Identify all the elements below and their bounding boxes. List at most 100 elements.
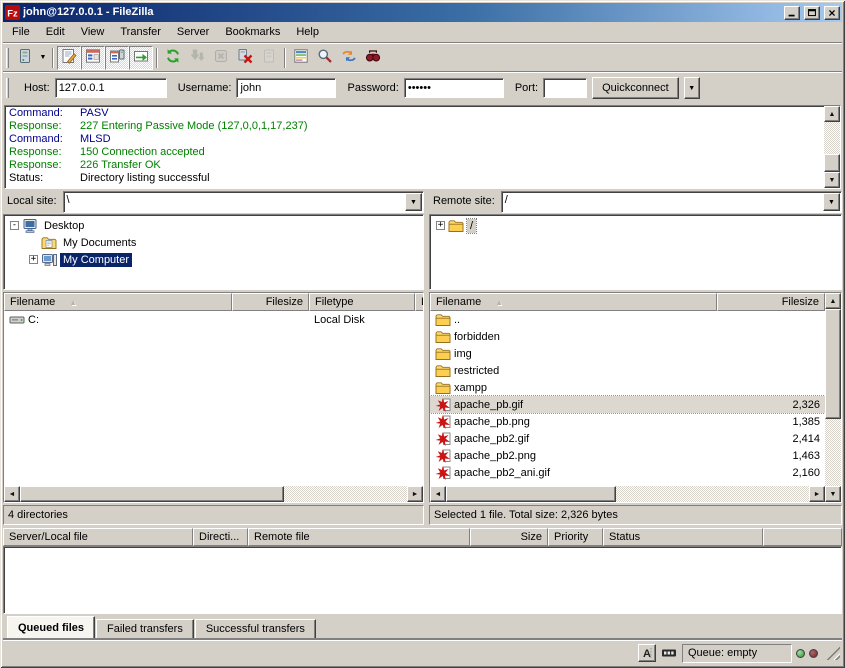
scroll-right-icon[interactable]: ► — [407, 486, 423, 502]
collapse-icon[interactable]: - — [10, 221, 19, 230]
scrollbar-thumb[interactable] — [825, 309, 841, 419]
scroll-down-icon[interactable]: ▼ — [824, 172, 840, 188]
file-row[interactable]: .. — [430, 311, 825, 328]
file-row[interactable]: xampp — [430, 379, 825, 396]
toggle-remote-tree-button[interactable] — [105, 46, 129, 70]
menu-edit[interactable]: Edit — [38, 23, 73, 41]
local-pane: Local site: \ ▼ -DesktopMy Documents+My … — [3, 190, 424, 527]
username-input[interactable] — [236, 78, 336, 98]
quickconnect-button[interactable]: Quickconnect — [592, 77, 679, 99]
chevron-down-icon[interactable]: ▼ — [823, 193, 840, 211]
file-row[interactable]: forbidden — [430, 328, 825, 345]
quickconnect-grip[interactable] — [6, 78, 9, 98]
scroll-down-icon[interactable]: ▼ — [825, 486, 841, 502]
expand-icon[interactable]: + — [29, 255, 38, 264]
menu-server[interactable]: Server — [169, 23, 217, 41]
local-site-combobox[interactable]: \ ▼ — [63, 191, 424, 213]
menu-bookmarks[interactable]: Bookmarks — [217, 23, 288, 41]
find-button[interactable] — [361, 46, 385, 70]
process-queue-button[interactable] — [185, 46, 209, 70]
column-header-filename[interactable]: Filename▲ — [4, 293, 232, 311]
scrollbar-thumb[interactable] — [824, 154, 840, 172]
compare-button[interactable] — [313, 46, 337, 70]
remote-vscrollbar[interactable]: ▲ ▼ — [825, 293, 841, 502]
tab-failed-transfers[interactable]: Failed transfers — [96, 619, 194, 638]
refresh-button[interactable] — [161, 46, 185, 70]
queue-column-size[interactable]: Size — [470, 528, 548, 546]
host-input[interactable] — [55, 78, 167, 98]
queue-column-priority[interactable]: Priority — [548, 528, 603, 546]
quickconnect-dropdown-arrow[interactable]: ▼ — [684, 77, 700, 99]
file-row[interactable]: restricted — [430, 362, 825, 379]
tab-queued-files[interactable]: Queued files — [7, 616, 95, 638]
queue-column-server-local-file[interactable]: Server/Local file — [3, 528, 193, 546]
log-line-text: Directory listing successful — [80, 172, 210, 185]
tree-item-my-computer[interactable]: +My Computer — [4, 251, 423, 268]
local-site-path[interactable]: \ — [64, 192, 404, 212]
toggle-message-log-button[interactable] — [57, 46, 81, 70]
tree-item-my-documents[interactable]: My Documents — [4, 234, 423, 251]
file-row[interactable]: img — [430, 345, 825, 362]
scroll-left-icon[interactable]: ◄ — [430, 486, 446, 502]
file-row[interactable]: apache_pb2_ani.gif2,160 — [430, 464, 825, 481]
image-file-icon — [435, 397, 451, 413]
file-row[interactable]: apache_pb2.gif2,414 — [430, 430, 825, 447]
resize-grip[interactable] — [826, 646, 840, 660]
speed-limit-icon[interactable] — [660, 644, 678, 662]
message-log-scrollbar[interactable]: ▲ ▼ — [824, 106, 840, 188]
local-hscrollbar[interactable]: ◄ ► — [4, 486, 423, 502]
site-manager-button[interactable] — [13, 46, 37, 70]
column-header-filetype[interactable]: Filetype — [309, 293, 415, 311]
toolbar-grip[interactable] — [6, 48, 9, 68]
tree-item--[interactable]: +/ — [430, 217, 841, 234]
file-row[interactable]: apache_pb2.png1,463 — [430, 447, 825, 464]
file-name-cell: apache_pb.png — [430, 414, 717, 430]
menu-transfer[interactable]: Transfer — [112, 23, 169, 41]
data-type-icon[interactable]: A — [638, 644, 656, 662]
tree-item-desktop[interactable]: -Desktop — [4, 217, 423, 234]
scrollbar-thumb[interactable] — [20, 486, 284, 502]
menu-help[interactable]: Help — [288, 23, 327, 41]
chevron-down-icon[interactable]: ▼ — [37, 46, 49, 70]
file-row[interactable]: apache_pb.png1,385 — [430, 413, 825, 430]
status-bar: A Queue: empty — [3, 640, 842, 665]
column-header-filename[interactable]: Filename▲ — [430, 293, 717, 311]
scroll-left-icon[interactable]: ◄ — [4, 486, 20, 502]
file-row[interactable]: C:Local Disk — [4, 311, 423, 328]
scroll-up-icon[interactable]: ▲ — [824, 106, 840, 122]
queue-column-status[interactable]: Status — [603, 528, 763, 546]
remote-hscrollbar[interactable]: ◄ ► — [430, 486, 825, 502]
scrollbar-thumb[interactable] — [446, 486, 616, 502]
expand-icon[interactable]: + — [436, 221, 445, 230]
menu-file[interactable]: File — [4, 23, 38, 41]
column-header-filesize[interactable]: Filesize — [232, 293, 309, 311]
tab-successful-transfers[interactable]: Successful transfers — [195, 619, 316, 638]
minimize-button[interactable] — [784, 6, 800, 20]
queue-column-directi-[interactable]: Directi... — [193, 528, 248, 546]
queue-column-remote-file[interactable]: Remote file — [248, 528, 470, 546]
column-header-l[interactable]: L — [415, 293, 423, 311]
reconnect-button[interactable] — [257, 46, 281, 70]
scroll-up-icon[interactable]: ▲ — [825, 293, 841, 309]
reconnect-icon — [261, 48, 277, 67]
toggle-transfer-queue-button[interactable] — [129, 46, 153, 70]
sort-ascending-icon: ▲ — [69, 298, 77, 307]
file-row[interactable]: apache_pb.gif2,326 — [430, 396, 825, 413]
remote-site-path[interactable]: / — [502, 192, 822, 212]
remote-site-label: Remote site: — [429, 191, 501, 213]
column-header-filesize[interactable]: Filesize — [717, 293, 825, 311]
menu-view[interactable]: View — [73, 23, 113, 41]
chevron-down-icon[interactable]: ▼ — [405, 193, 422, 211]
disconnect-button[interactable] — [233, 46, 257, 70]
remote-site-combobox[interactable]: / ▼ — [501, 191, 842, 213]
password-input[interactable] — [404, 78, 504, 98]
maximize-button[interactable] — [804, 6, 820, 20]
sync-browse-button[interactable] — [337, 46, 361, 70]
title-bar[interactable]: Fz john@127.0.0.1 - FileZilla — [3, 3, 842, 22]
toggle-local-tree-button[interactable] — [81, 46, 105, 70]
filter-button[interactable] — [289, 46, 313, 70]
port-input[interactable] — [543, 78, 587, 98]
cancel-button[interactable] — [209, 46, 233, 70]
scroll-right-icon[interactable]: ► — [809, 486, 825, 502]
close-button[interactable] — [824, 6, 840, 20]
